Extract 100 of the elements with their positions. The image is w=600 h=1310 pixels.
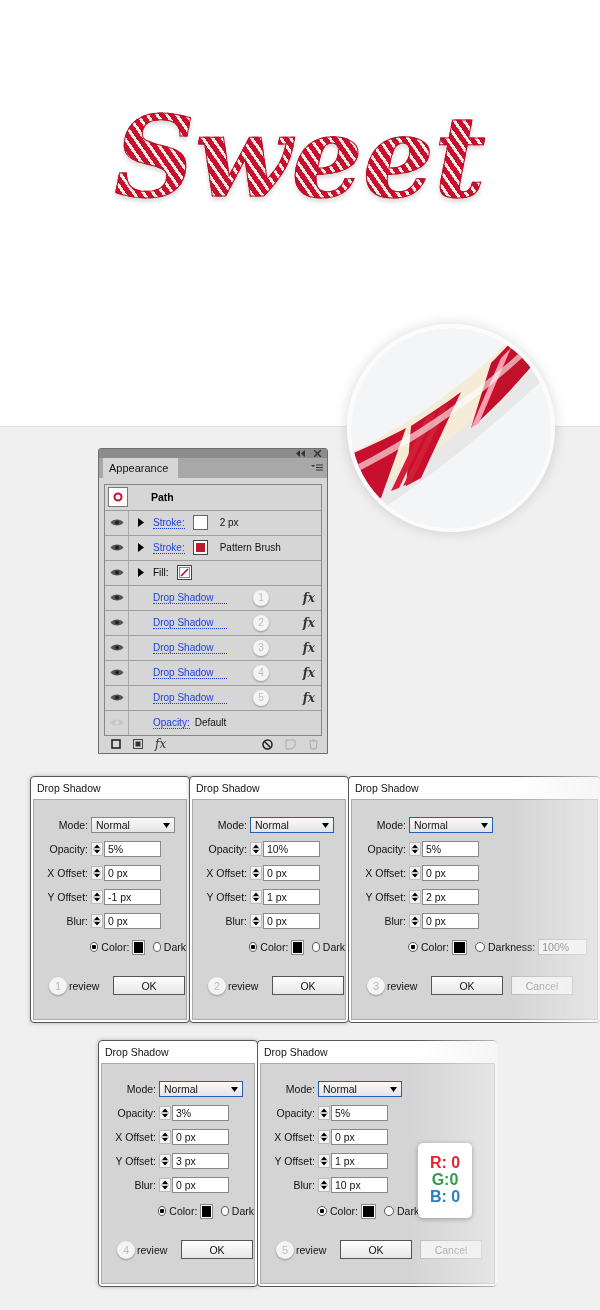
ok-button[interactable]: OK [113,976,185,995]
ok-button[interactable]: OK [272,976,344,995]
stepper-icon[interactable] [250,842,262,856]
darkness-radio[interactable] [384,1206,394,1216]
caret-icon[interactable] [481,822,488,828]
fx-icon[interactable]: fx [302,615,315,630]
expand-arrow-icon[interactable] [138,568,144,578]
input-field[interactable]: 0 px [422,913,479,929]
darkness-radio[interactable] [220,1206,229,1216]
caret-icon[interactable] [231,1086,238,1092]
stepper-icon[interactable] [318,1130,330,1144]
stroke-link[interactable]: Stroke: [153,516,185,529]
input-field[interactable]: 0 px [104,913,161,929]
input-field[interactable]: 0 px [172,1129,229,1145]
color-radio[interactable] [249,942,258,952]
caret-icon[interactable] [163,822,170,828]
ok-button[interactable]: OK [340,1240,412,1259]
input-field[interactable]: 0 px [422,865,479,881]
caret-icon[interactable] [322,822,329,828]
stepper-icon[interactable] [91,914,103,928]
input-field[interactable]: 1 px [331,1153,388,1169]
input-field[interactable]: 0 px [263,913,320,929]
stepper-icon[interactable] [318,1106,330,1120]
input-field[interactable]: 0 px [331,1129,388,1145]
swatch[interactable] [176,565,192,581]
color-radio[interactable] [317,1206,327,1216]
color-swatch[interactable] [452,939,467,955]
input-field[interactable]: 5% [104,841,161,857]
color-swatch[interactable] [132,939,145,955]
effect-link[interactable]: Drop Shadow [153,691,227,704]
eye-icon[interactable] [109,643,124,653]
effect-link[interactable]: Drop Shadow [153,641,227,654]
caret-icon[interactable] [390,1086,397,1092]
input-field[interactable]: 0 px [263,865,320,881]
stroke-link[interactable]: Stroke: [153,541,185,554]
stepper-icon[interactable] [250,890,262,904]
stepper-icon[interactable] [159,1130,171,1144]
darkness-radio[interactable] [311,942,320,952]
ok-button[interactable]: OK [431,976,503,995]
darkness-radio[interactable] [475,942,485,952]
eye-icon[interactable] [109,618,124,628]
add-fill-icon[interactable] [133,739,143,750]
fx-icon[interactable]: fx [302,665,315,680]
expand-arrow-icon[interactable] [138,543,144,553]
effect-link[interactable]: Drop Shadow [153,616,227,629]
input-field[interactable]: 3% [172,1105,229,1121]
input-field[interactable]: 3 px [172,1153,229,1169]
opacity-link[interactable]: Opacity: [153,716,190,729]
add-stroke-icon[interactable] [111,739,121,750]
stepper-icon[interactable] [159,1178,171,1192]
input-field[interactable]: 0 px [172,1177,229,1193]
effect-link[interactable]: Drop Shadow [153,666,227,679]
eye-icon[interactable] [109,593,124,603]
stepper-icon[interactable] [159,1106,171,1120]
darkness-radio[interactable] [152,942,161,952]
mode-dropdown[interactable]: Normal [409,817,493,833]
swatch[interactable] [192,540,208,556]
input-field[interactable]: 1 px [263,889,320,905]
input-field[interactable]: 5% [331,1105,388,1121]
stepper-icon[interactable] [409,914,421,928]
panel-tab[interactable]: Appearance [103,457,179,478]
eye-icon[interactable] [109,568,124,578]
stepper-icon[interactable] [409,866,421,880]
eye-icon[interactable] [109,518,124,528]
input-field[interactable]: 2 px [422,889,479,905]
input-field[interactable]: 5% [422,841,479,857]
input-field[interactable]: 10% [263,841,320,857]
stepper-icon[interactable] [409,842,421,856]
fx-icon[interactable]: fx [302,590,315,605]
color-radio[interactable] [158,1206,167,1216]
swatch[interactable] [192,515,208,531]
stepper-icon[interactable] [318,1178,330,1192]
clear-icon[interactable] [262,738,273,750]
stepper-icon[interactable] [91,842,103,856]
color-swatch[interactable] [291,939,304,955]
color-swatch[interactable] [361,1203,376,1219]
fx-menu-button[interactable]: fx [155,737,167,752]
menu-icon[interactable] [311,463,323,472]
stepper-icon[interactable] [91,890,103,904]
eye-icon[interactable] [109,543,124,553]
mode-dropdown[interactable]: Normal [250,817,334,833]
input-field[interactable]: 0 px [104,865,161,881]
fx-icon[interactable]: fx [302,690,315,705]
ok-button[interactable]: OK [181,1240,253,1259]
eye-icon[interactable] [109,668,124,678]
expand-arrow-icon[interactable] [138,518,144,528]
color-radio[interactable] [90,942,99,952]
input-field[interactable]: -1 px [104,889,161,905]
mode-dropdown[interactable]: Normal [318,1081,402,1097]
stepper-icon[interactable] [250,866,262,880]
stepper-icon[interactable] [318,1154,330,1168]
color-radio[interactable] [408,942,418,952]
stepper-icon[interactable] [409,890,421,904]
color-swatch[interactable] [200,1203,213,1219]
stepper-icon[interactable] [91,866,103,880]
mode-dropdown[interactable]: Normal [91,817,175,833]
stepper-icon[interactable] [250,914,262,928]
effect-link[interactable]: Drop Shadow [153,591,227,604]
eye-icon[interactable] [109,693,124,703]
fx-icon[interactable]: fx [302,640,315,655]
